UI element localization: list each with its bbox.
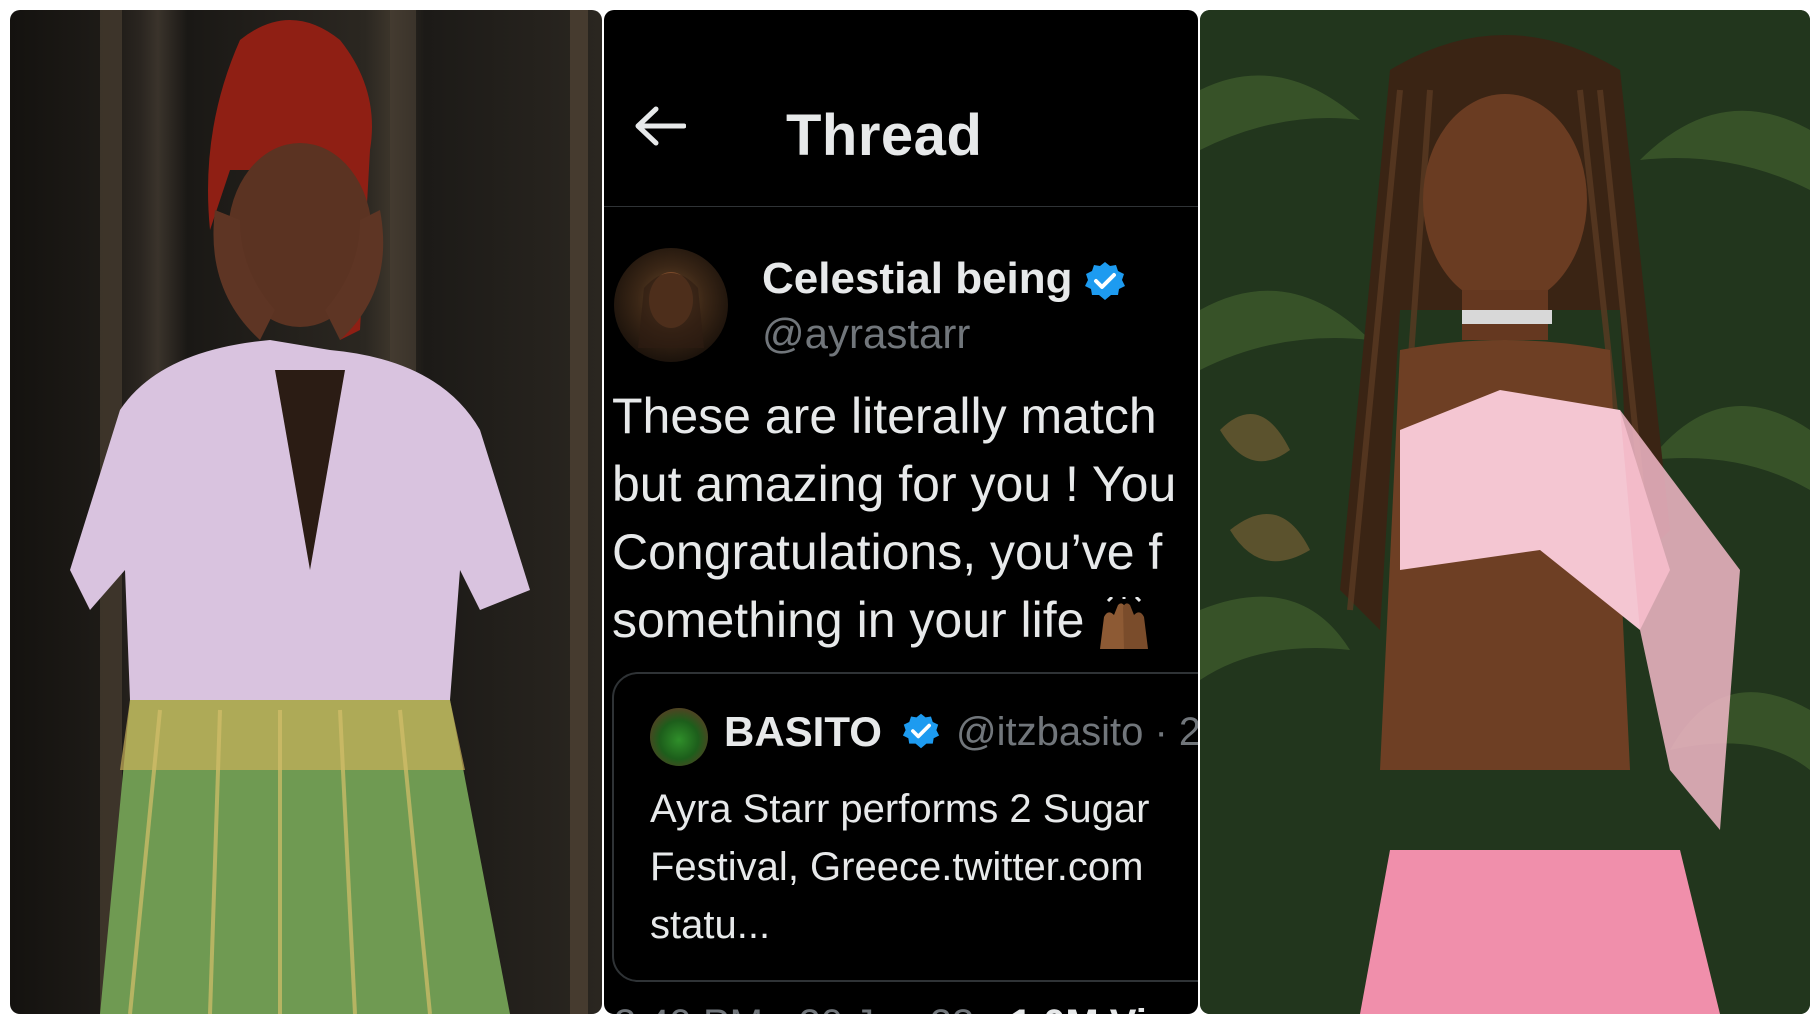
verified-badge-icon (902, 713, 940, 749)
display-name[interactable]: Celestial being (762, 254, 1073, 304)
quoted-display-name: BASITO (724, 708, 882, 755)
avatar-image (638, 272, 704, 348)
tweet-line: but amazing for you ! You (612, 456, 1177, 512)
tweet-meta: 3:49 PM · 20 Jun 23 · 1.0M Vi (614, 1002, 1147, 1014)
tweet-line: something in your life (612, 592, 1085, 648)
verified-badge-icon (1085, 262, 1125, 300)
quoted-text: Ayra Starr performs 2 Sugar Festival, Gr… (650, 780, 1149, 954)
woman-in-pink-outfit-illustration (1200, 10, 1810, 1014)
avatar[interactable] (614, 248, 728, 362)
left-photo (10, 10, 602, 1014)
arrow-left-icon[interactable] (634, 106, 686, 146)
thread-header: Thread (604, 10, 1198, 207)
quoted-avatar (650, 708, 708, 766)
woman-in-printed-outfit-illustration (70, 10, 588, 1014)
tweet-line: These are literally match (612, 388, 1157, 444)
tweet-views: 1.0M Vi (1010, 1002, 1147, 1014)
quoted-handle: @itzbasito · 2 (956, 710, 1198, 754)
tweet-timestamp: 3:49 PM · 20 Jun 23 · (614, 1002, 1010, 1014)
quoted-line: Festival, Greece.twitter.com (650, 845, 1144, 889)
page-title: Thread (786, 103, 983, 168)
handle[interactable]: @ayrastarr (762, 310, 970, 358)
raising-hands-emoji (1100, 596, 1149, 649)
tweet-screenshot: Thread Celestial being @ayrastarr These … (604, 10, 1198, 1014)
tweet-line-with-emoji: something in your life (612, 586, 1198, 654)
right-photo (1200, 10, 1810, 1014)
tweet-line: Congratulations, you’ve f (612, 524, 1163, 580)
quoted-line: statu... (650, 903, 771, 947)
quoted-tweet-card[interactable]: BASITO @itzbasito · 2 Ayra Starr perform… (612, 672, 1198, 982)
quoted-line: Ayra Starr performs 2 Sugar (650, 787, 1150, 831)
tweet-text: These are literally match but amazing fo… (612, 382, 1198, 654)
